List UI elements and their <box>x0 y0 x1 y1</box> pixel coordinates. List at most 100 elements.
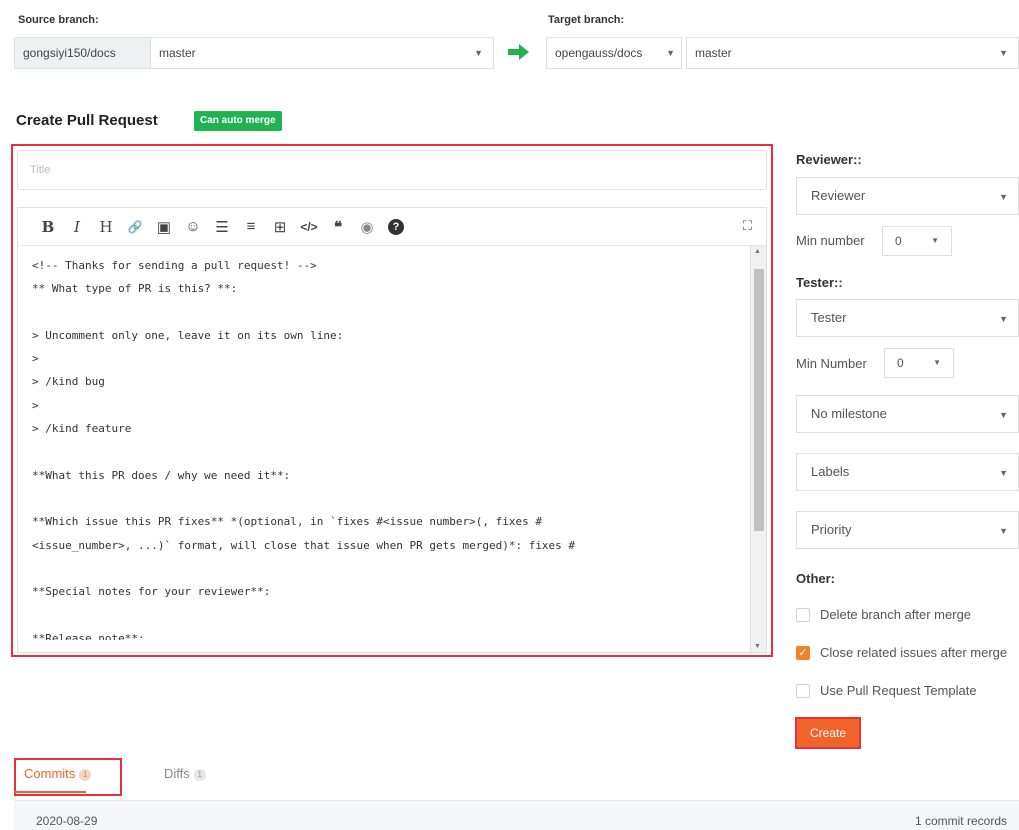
target-branch-label: Target branch: <box>548 14 625 26</box>
target-repo-select[interactable]: opengauss/docs ▼ <box>546 37 682 69</box>
close-issues-checkbox[interactable]: ✓ <box>796 645 810 660</box>
editor-toolbar: B I H 🔗 ▣ ☺ ☰ ≡ ⊞ </> ❝ ◉ ? ⛶ <box>18 208 766 246</box>
code-icon[interactable]: </> <box>297 215 321 239</box>
help-icon[interactable]: ? <box>388 218 404 235</box>
merge-status-badge: Can auto merge <box>194 111 282 131</box>
tester-select[interactable]: Tester ▼ <box>796 299 1019 337</box>
milestone-select-value: No milestone <box>811 406 887 421</box>
target-branch-select[interactable]: master ▼ <box>686 37 1019 69</box>
tab-commits[interactable]: Commits 1 <box>24 766 92 781</box>
link-icon[interactable]: 🔗 <box>123 215 147 239</box>
diffs-count-badge: 1 <box>193 768 206 781</box>
emoji-icon[interactable]: ☺ <box>181 215 205 239</box>
use-template-option[interactable]: Use Pull Request Template <box>796 683 977 698</box>
active-tab-indicator <box>14 791 86 793</box>
reviewer-select[interactable]: Reviewer ▼ <box>796 177 1019 215</box>
create-button[interactable]: Create <box>795 717 861 749</box>
reviewer-label: Reviewer:: <box>796 152 862 167</box>
delete-branch-checkbox[interactable] <box>796 607 810 622</box>
markdown-editor: B I H 🔗 ▣ ☺ ☰ ≡ ⊞ </> ❝ ◉ ? ⛶ <!-- Thank… <box>17 207 767 653</box>
milestone-select[interactable]: No milestone ▼ <box>796 395 1019 433</box>
chevron-down-icon: ▼ <box>999 410 1008 420</box>
chevron-down-icon: ▼ <box>999 192 1008 202</box>
italic-icon[interactable]: I <box>65 215 89 239</box>
tester-min-label: Min Number <box>796 356 867 371</box>
table-icon[interactable]: ⊞ <box>268 215 292 239</box>
use-template-label: Use Pull Request Template <box>820 683 977 698</box>
editor-line: <!-- Thanks for sending a pull request! … <box>32 259 317 272</box>
editor-line: **Which issue this PR fixes** *(optional… <box>32 515 542 529</box>
image-icon[interactable]: ▣ <box>152 215 176 239</box>
heading-icon[interactable]: H <box>94 215 118 239</box>
chevron-down-icon: ▼ <box>999 48 1008 58</box>
delete-branch-label: Delete branch after merge <box>820 607 972 622</box>
quote-icon[interactable]: ❝ <box>326 215 350 239</box>
editor-line: ** What type of PR is this? **: <box>32 282 238 296</box>
commit-group-header: 2020-08-29 1 commit records <box>14 800 1019 830</box>
editor-line: > /kind bug <box>32 375 105 389</box>
source-branch-label: Source branch: <box>18 14 99 26</box>
chevron-down-icon: ▼ <box>931 236 939 245</box>
commits-count-badge: 1 <box>79 768 92 781</box>
tester-min-value: 0 <box>897 356 904 370</box>
editor-content[interactable]: <!-- Thanks for sending a pull request! … <box>18 246 748 640</box>
tester-min-select[interactable]: 0 ▼ <box>884 348 954 378</box>
chevron-down-icon: ▼ <box>474 48 483 58</box>
reviewer-select-value: Reviewer <box>811 188 866 203</box>
reviewer-min-label: Min number <box>796 233 865 248</box>
chevron-down-icon: ▼ <box>999 526 1008 536</box>
fullscreen-icon[interactable]: ⛶ <box>743 218 752 234</box>
tab-diffs-label: Diffs <box>164 766 190 781</box>
tab-diffs[interactable]: Diffs 1 <box>164 766 206 781</box>
reviewer-min-value: 0 <box>895 234 902 248</box>
editor-scrollbar[interactable]: ▲ ▼ <box>750 246 766 652</box>
editor-line: > <box>32 352 39 366</box>
target-repo-value: opengauss/docs <box>555 46 643 60</box>
editor-line: **Release note**: <box>32 631 145 640</box>
commit-date: 2020-08-29 <box>36 814 98 828</box>
source-branch-select[interactable]: master ▼ <box>150 37 494 69</box>
chevron-down-icon: ▼ <box>933 358 941 367</box>
commit-count: 1 commit records <box>914 814 1007 828</box>
editor-line: > Uncomment only one, leave it on its ow… <box>32 328 344 342</box>
priority-select-value: Priority <box>811 522 852 537</box>
source-branch-value: master <box>159 46 196 60</box>
chevron-down-icon: ▼ <box>666 48 675 58</box>
preview-icon[interactable]: ◉ <box>355 215 379 239</box>
chevron-down-icon: ▼ <box>999 314 1008 324</box>
scroll-down-icon[interactable]: ▼ <box>754 643 761 650</box>
title-input[interactable]: Title <box>17 150 767 190</box>
target-branch-value: master <box>695 46 732 60</box>
use-template-checkbox[interactable] <box>796 683 810 698</box>
close-issues-option[interactable]: ✓ Close related issues after merge <box>796 645 1007 660</box>
source-repo: gongsiyi150/docs <box>14 37 150 69</box>
other-label: Other: <box>796 571 835 586</box>
bold-icon[interactable]: B <box>36 215 60 239</box>
tab-commits-label: Commits <box>24 766 76 781</box>
page-title: Create Pull Request <box>16 112 158 129</box>
editor-line: > /kind feature <box>32 422 132 436</box>
scroll-up-icon[interactable]: ▲ <box>754 248 761 255</box>
unordered-list-icon[interactable]: ☰ <box>210 215 234 239</box>
close-issues-label: Close related issues after merge <box>820 645 1008 660</box>
arrow-right-icon <box>508 44 529 60</box>
editor-line: **Special notes for your reviewer**: <box>32 585 271 599</box>
tester-label: Tester:: <box>796 275 843 290</box>
labels-select[interactable]: Labels ▼ <box>796 453 1019 491</box>
tester-select-value: Tester <box>811 310 847 325</box>
reviewer-min-select[interactable]: 0 ▼ <box>882 226 952 256</box>
editor-line: **What this PR does / why we need it**: <box>32 468 291 482</box>
chevron-down-icon: ▼ <box>999 468 1008 478</box>
priority-select[interactable]: Priority ▼ <box>796 511 1019 549</box>
labels-select-value: Labels <box>811 464 850 479</box>
editor-line: > <box>32 398 39 412</box>
ordered-list-icon[interactable]: ≡ <box>239 215 263 239</box>
scrollbar-thumb[interactable] <box>754 269 764 532</box>
delete-branch-option[interactable]: Delete branch after merge <box>796 607 971 622</box>
editor-line: <issue_number>, ...)` format, will close… <box>32 538 576 552</box>
